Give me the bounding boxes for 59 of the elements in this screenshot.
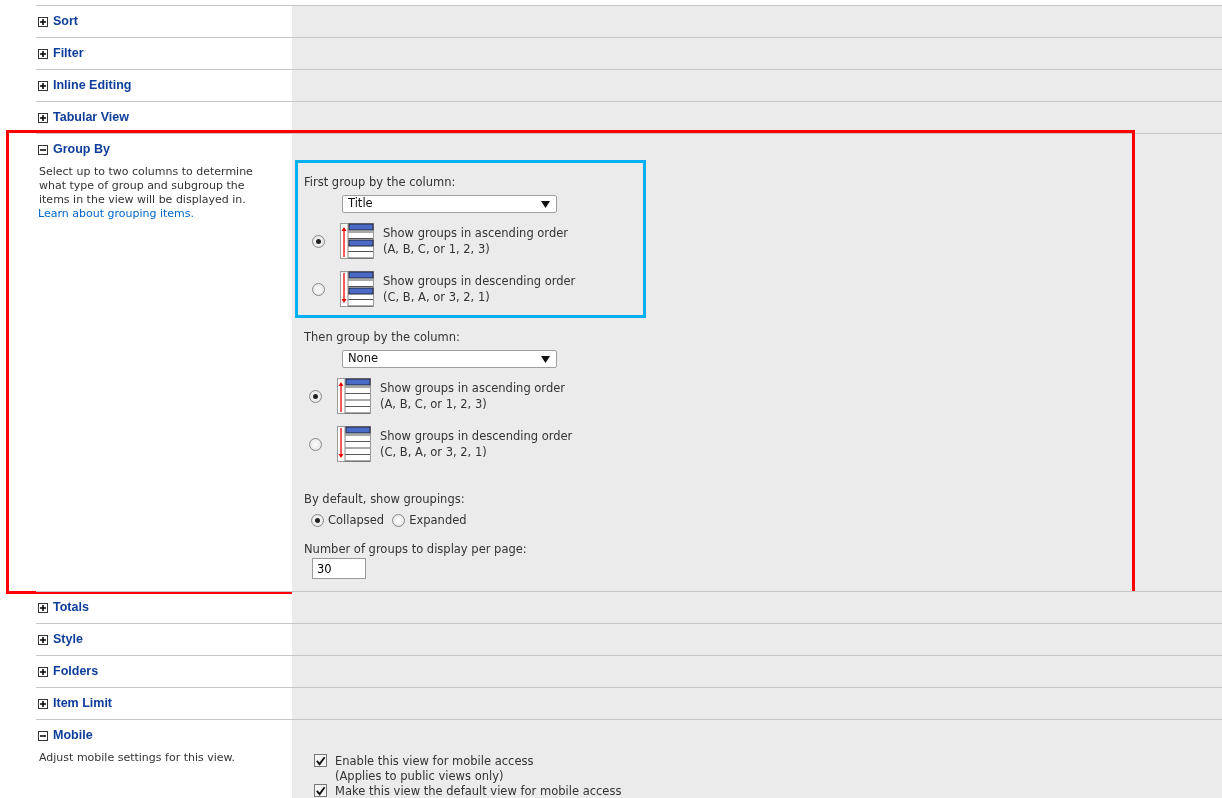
checkbox[interactable] [314, 784, 327, 798]
field-label: First group by the column: [304, 175, 457, 189]
sort-ascending-icon [337, 378, 371, 414]
option-label: Show groups in ascending order [380, 380, 565, 396]
radio-button[interactable] [309, 437, 322, 451]
section-header[interactable]: Tabular View [38, 102, 129, 133]
option-label: Show groups in descending order [383, 273, 576, 289]
option-example: (C, B, A, or 3, 2, 1) [383, 289, 491, 305]
radio-button[interactable] [311, 514, 324, 528]
option-example: (C, B, A, or 3, 2, 1) [380, 444, 488, 460]
checkmark-icon [315, 785, 326, 797]
column-dropdown[interactable]: None [342, 350, 557, 368]
option-example: (A, B, C, or 1, 2, 3) [380, 396, 488, 412]
section-header[interactable]: Style [38, 624, 83, 656]
checkbox[interactable] [314, 754, 327, 768]
learn-link[interactable]: Learn about grouping items. [38, 207, 292, 221]
option-label: Show groups in descending order [380, 428, 573, 444]
expand-icon [38, 48, 48, 59]
section-description: Adjust mobile settings for this view. [38, 751, 237, 766]
caret-icon [541, 200, 550, 208]
section-header[interactable]: Totals [38, 592, 89, 624]
expand-icon [38, 112, 48, 123]
expand-icon [38, 698, 48, 709]
expand-icon [38, 80, 48, 91]
option-label: Show groups in ascending order [383, 225, 568, 241]
section-header[interactable]: Sort [38, 6, 78, 37]
sort-descending-icon [337, 426, 371, 462]
option-label: Collapsed [328, 512, 385, 529]
section-header[interactable]: Folders [38, 656, 99, 688]
checkmark-icon [315, 755, 326, 767]
section-header[interactable]: Item Limit [38, 688, 113, 720]
radio-button[interactable] [312, 234, 325, 248]
sort-ascending-icon [340, 223, 374, 259]
collapse-icon [38, 730, 48, 741]
expand-icon [38, 634, 48, 645]
number-input[interactable]: 30 [312, 558, 366, 580]
expand-icon [38, 16, 48, 27]
expand-icon [38, 602, 48, 613]
caret-icon [541, 355, 550, 363]
option-example: (A, B, C, or 1, 2, 3) [383, 241, 491, 257]
field-label: By default, show groupings: [304, 492, 466, 506]
option-note: (Applies to public views only) [335, 769, 505, 785]
field-label: Then group by the column: [304, 330, 461, 344]
option-label: Expanded [409, 512, 467, 529]
collapse-icon [38, 144, 48, 155]
field-label: Number of groups to display per page: [304, 542, 528, 557]
section-header[interactable]: Mobile [38, 720, 93, 752]
sort-descending-icon [340, 271, 374, 307]
radio-button[interactable] [312, 282, 325, 296]
column-dropdown[interactable]: Title [342, 195, 557, 213]
option-label: Enable this view for mobile access [335, 754, 534, 770]
radio-button[interactable] [309, 389, 322, 403]
section-header[interactable]: Inline Editing [38, 70, 132, 101]
section-header[interactable]: Group By [38, 134, 110, 165]
section-header[interactable]: Filter [38, 38, 84, 69]
radio-button[interactable] [392, 514, 406, 528]
option-label: Make this view the default view for mobile access [335, 784, 622, 798]
section-description: Select up to two columns to determine what type of group and subgroup the items in the view will be displayed in. [38, 165, 254, 207]
expand-icon [38, 666, 48, 677]
